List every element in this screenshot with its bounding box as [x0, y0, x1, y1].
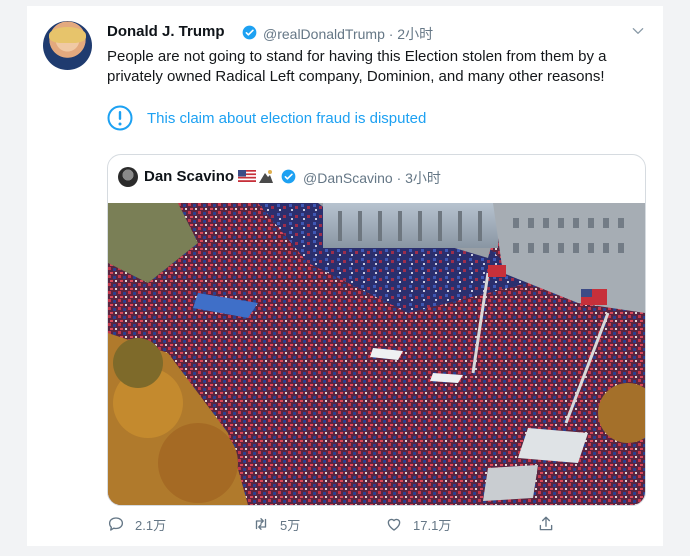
- reply-count: 2.1万: [135, 517, 167, 533]
- us-flag-icon: [238, 170, 256, 182]
- like-button[interactable]: 17.1万: [385, 512, 451, 536]
- author-avatar[interactable]: [43, 21, 92, 70]
- quoted-author-avatar[interactable]: [118, 167, 138, 187]
- retweet-count: 5万: [280, 517, 301, 533]
- verified-badge-icon: [242, 25, 257, 40]
- reply-icon: [108, 517, 124, 531]
- share-icon: [539, 516, 553, 531]
- like-count: 17.1万: [413, 517, 452, 533]
- disputed-claim-notice[interactable]: This claim about election fraud is dispu…: [107, 105, 426, 131]
- camping-icon: [259, 170, 273, 183]
- chevron-down-icon[interactable]: [631, 24, 645, 38]
- tweet-text: People are not going to stand for having…: [107, 48, 607, 85]
- disputed-claim-text[interactable]: This claim about election fraud is dispu…: [147, 110, 426, 127]
- quoted-tweet[interactable]: Dan Scavino @DanScavino · 3小时: [107, 154, 646, 506]
- author-name[interactable]: Donald J. Trump: [107, 23, 225, 40]
- author-handle-time[interactable]: @realDonaldTrump · 2小时: [263, 24, 433, 44]
- crowd-photo[interactable]: [108, 203, 645, 505]
- verified-badge-icon: [281, 169, 296, 184]
- alert-circle-icon: [107, 105, 133, 131]
- quoted-author-name[interactable]: Dan Scavino: [144, 168, 234, 185]
- tweet-actions: 2.1万 5万 17.1万: [107, 512, 567, 536]
- retweet-icon: [255, 518, 267, 530]
- retweet-button[interactable]: 5万: [252, 512, 300, 536]
- tweet-card[interactable]: Donald J. Trump @realDonaldTrump · 2小时 P…: [27, 6, 663, 546]
- like-icon: [387, 518, 401, 531]
- quoted-handle-time[interactable]: @DanScavino · 3小时: [303, 168, 441, 188]
- share-button[interactable]: [537, 512, 555, 536]
- reply-button[interactable]: 2.1万: [107, 512, 166, 536]
